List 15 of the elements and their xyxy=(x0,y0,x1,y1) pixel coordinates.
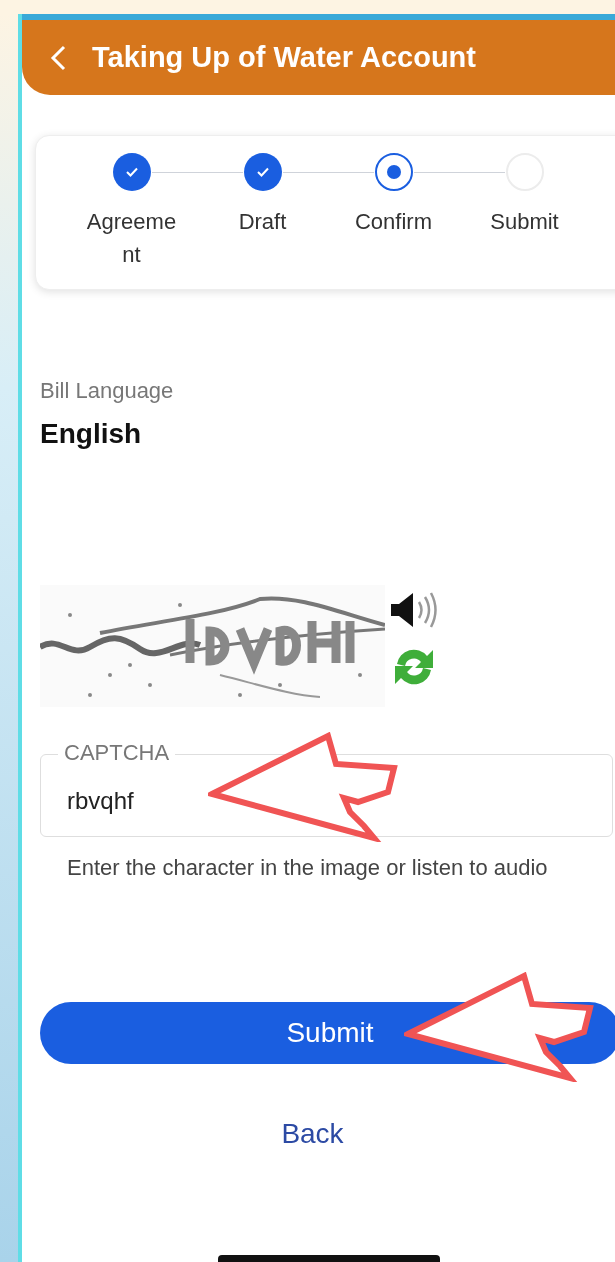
field-label: Bill Language xyxy=(40,378,175,404)
field-value: English xyxy=(40,418,143,450)
step-indicator xyxy=(374,153,413,191)
back-icon[interactable] xyxy=(50,44,66,71)
back-link[interactable]: Back xyxy=(273,1114,352,1154)
step-label: Draft xyxy=(237,208,288,236)
helper-text: Enter the character in the image or listen to audio xyxy=(66,854,549,882)
step-label: Submit xyxy=(489,208,560,236)
page-title: Taking Up of Water Account xyxy=(92,41,476,74)
step-label: Agreement xyxy=(85,208,178,269)
step-indicator xyxy=(112,153,151,191)
step-indicator xyxy=(243,153,282,191)
step-label: Confirm xyxy=(354,208,433,236)
speaker-icon[interactable] xyxy=(389,590,439,630)
step-indicator xyxy=(505,153,544,191)
